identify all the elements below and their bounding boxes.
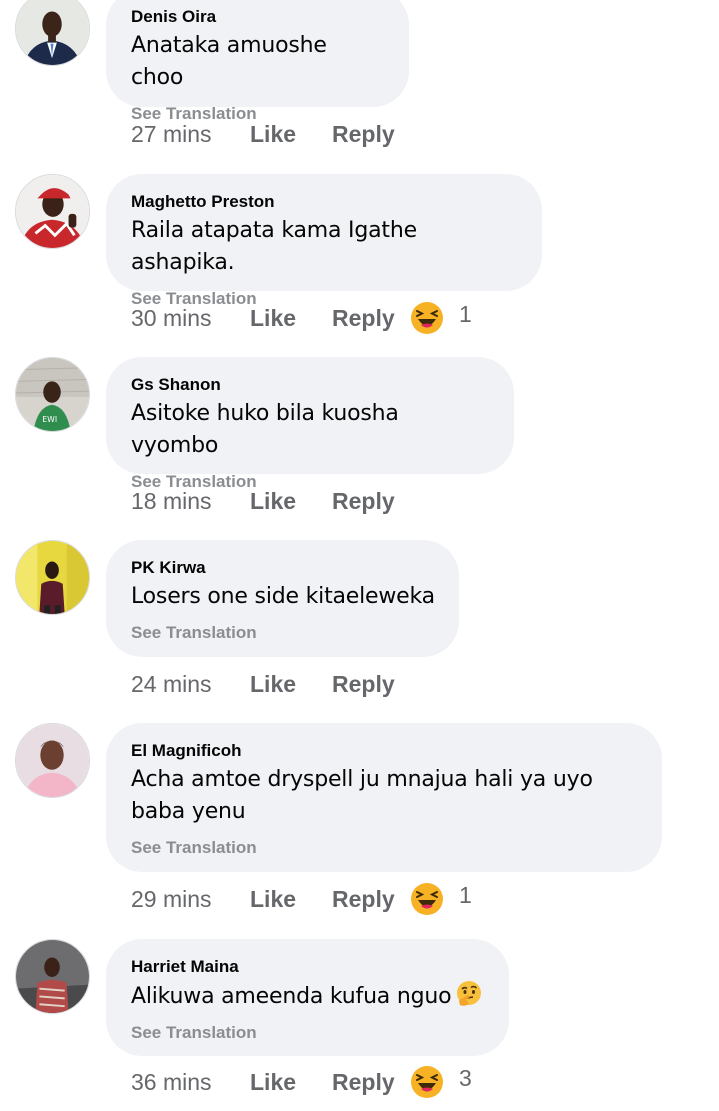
- comment-bubble: Gs Shanon Asitoke huko bila kuosha vyomb…: [106, 357, 514, 491]
- see-translation-link[interactable]: See Translation: [131, 838, 638, 858]
- see-translation-link[interactable]: See Translation: [131, 623, 435, 643]
- comment-text-content: Alikuwa ameenda kufua nguo: [131, 984, 452, 1009]
- reaction-summary[interactable]: 1: [410, 301, 472, 335]
- reaction-count: 3: [459, 1064, 472, 1091]
- comment-time[interactable]: 27 mins: [131, 121, 250, 148]
- reply-button[interactable]: Reply: [332, 671, 410, 698]
- comment-bubble: El Magnificoh Acha amtoe dryspell ju mna…: [106, 723, 662, 872]
- comment-time[interactable]: 18 mins: [131, 488, 250, 515]
- comment-bubble: Maghetto Preston Raila atapata kama Igat…: [106, 174, 542, 308]
- comment-author[interactable]: Maghetto Preston: [131, 192, 518, 212]
- comment-bubble: Denis Oira Anataka amuoshe choo See Tran…: [106, 0, 409, 123]
- laughing-emoji-icon: [411, 883, 443, 915]
- reply-button[interactable]: Reply: [332, 886, 410, 913]
- avatar[interactable]: [15, 723, 90, 798]
- comment-actions: 24 mins Like Reply: [131, 668, 410, 700]
- like-button[interactable]: Like: [250, 886, 332, 913]
- comment-time[interactable]: 30 mins: [131, 305, 250, 332]
- comment-author[interactable]: Gs Shanon: [131, 375, 490, 395]
- avatar[interactable]: [15, 174, 90, 249]
- laughing-emoji-icon: [411, 1066, 443, 1098]
- comment-author[interactable]: Harriet Maina: [131, 957, 485, 977]
- see-translation-link[interactable]: See Translation: [131, 1023, 485, 1043]
- comment-actions: 30 mins Like Reply 1: [131, 301, 472, 335]
- reply-button[interactable]: Reply: [332, 1069, 410, 1096]
- like-button[interactable]: Like: [250, 1069, 332, 1096]
- comment-author[interactable]: Denis Oira: [131, 7, 385, 27]
- comments-feed: Denis Oira Anataka amuoshe choo See Tran…: [0, 0, 719, 1111]
- reaction-summary[interactable]: 3: [410, 1065, 472, 1099]
- comment-actions: 36 mins Like Reply 3: [131, 1065, 472, 1099]
- comment-text: Alikuwa ameenda kufua nguo: [131, 980, 485, 1013]
- reply-button[interactable]: Reply: [332, 121, 410, 148]
- comment-author[interactable]: El Magnificoh: [131, 741, 638, 761]
- comment-text: Acha amtoe dryspell ju mnajua hali ya uy…: [131, 767, 593, 824]
- comment-bubble: Harriet Maina Alikuwa ameenda kufua nguo…: [106, 939, 509, 1056]
- reply-button[interactable]: Reply: [332, 305, 410, 332]
- comment-bubble: PK Kirwa Losers one side kitaeleweka See…: [106, 540, 459, 657]
- comment-actions: 29 mins Like Reply 1: [131, 882, 472, 916]
- thinking-emoji-icon: [457, 981, 482, 1006]
- comment-time[interactable]: 29 mins: [131, 886, 250, 913]
- like-button[interactable]: Like: [250, 671, 332, 698]
- comment-actions: 27 mins Like Reply: [131, 118, 410, 150]
- comment-actions: 18 mins Like Reply: [131, 485, 410, 517]
- comment-author[interactable]: PK Kirwa: [131, 558, 435, 578]
- reaction-count: 1: [459, 881, 472, 908]
- comment-text: Raila atapata kama Igathe ashapika.: [131, 218, 417, 275]
- comment-text: Asitoke huko bila kuosha vyombo: [131, 401, 399, 458]
- reaction-count: 1: [459, 300, 472, 327]
- svg-text:EWI: EWI: [42, 415, 57, 424]
- like-button[interactable]: Like: [250, 488, 332, 515]
- like-button[interactable]: Like: [250, 305, 332, 332]
- comment-text: Losers one side kitaeleweka: [131, 584, 435, 609]
- laughing-emoji-icon: [411, 302, 443, 334]
- avatar[interactable]: EWI: [15, 357, 90, 432]
- reaction-summary[interactable]: 1: [410, 882, 472, 916]
- reply-button[interactable]: Reply: [332, 488, 410, 515]
- avatar[interactable]: [15, 540, 90, 615]
- like-button[interactable]: Like: [250, 121, 332, 148]
- comment-text: Anataka amuoshe choo: [131, 33, 327, 90]
- avatar[interactable]: [15, 939, 90, 1014]
- comment-time[interactable]: 24 mins: [131, 671, 250, 698]
- avatar[interactable]: [15, 0, 90, 66]
- comment-time[interactable]: 36 mins: [131, 1069, 250, 1096]
